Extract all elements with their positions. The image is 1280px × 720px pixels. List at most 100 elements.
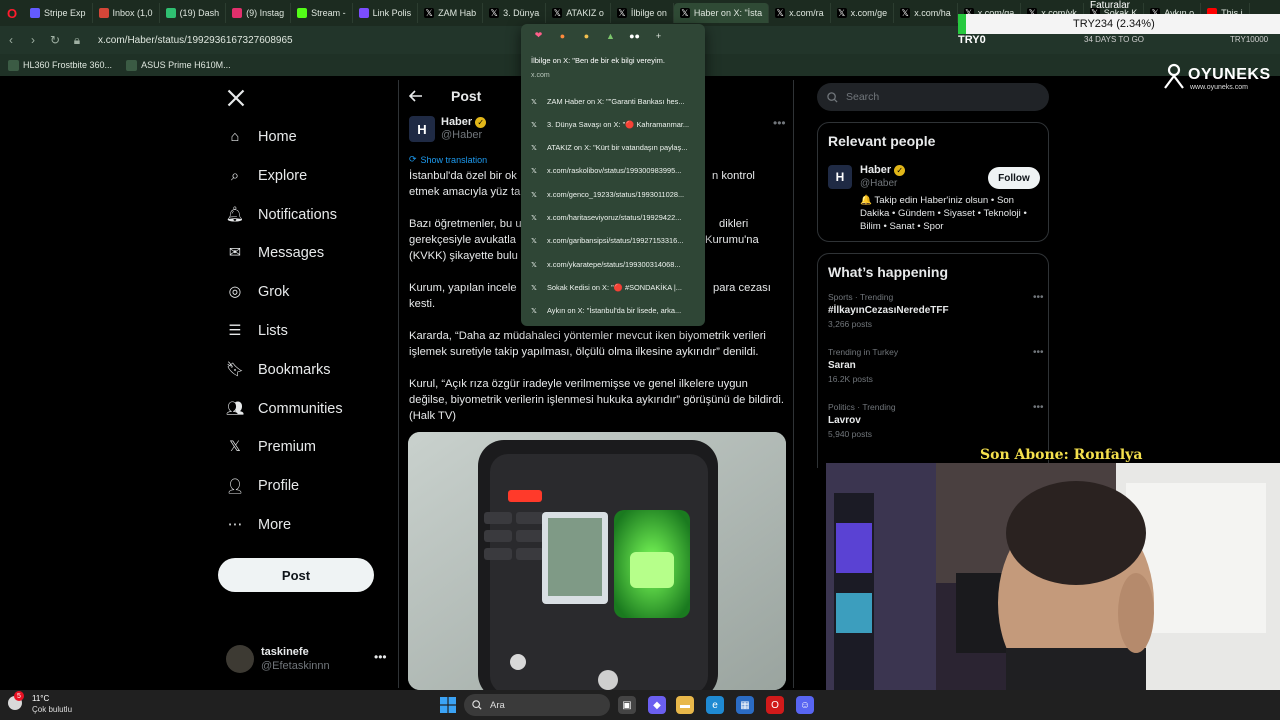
sidebar-item-profile[interactable]: 👤︎ Profile [226,475,299,497]
store-icon[interactable]: ▦ [736,696,754,714]
author-handle: @Haber [441,129,483,141]
goal-progress-text: TRY234 (2.34%) [1073,18,1155,30]
browser-tab[interactable]: 𝕏 İlbilge on [611,3,674,23]
more-horizontal-icon[interactable]: ••• [1033,292,1044,303]
trend-meta: Trending in Turkey [828,347,899,357]
tab-menu-item[interactable]: 𝕏x.com/ykaratepe/status/199300314068... [529,255,699,273]
kick-icon [297,8,308,18]
task-view-icon[interactable]: ▣ [618,696,636,714]
tab-label: Haber on X: "İsta [693,8,763,18]
sidebar-item-bookmarks[interactable]: 🔖︎ Bookmarks [226,359,331,381]
plus-icon[interactable]: + [653,30,664,41]
browser-tab[interactable]: 𝕏 3. Dünya [483,3,547,23]
browser-tab[interactable]: 𝕏 ZAM Hab [418,3,484,23]
show-translation-link[interactable]: ⟳ Show translation [409,154,487,165]
tab-menu-item[interactable]: 𝕏x.com/genco_19233/status/1993011028... [529,185,699,203]
browser-tab[interactable]: Stream - [291,3,353,23]
person-name[interactable]: Haber ✓ [860,164,906,176]
palm-icon[interactable]: ▲ [605,30,616,41]
browser-tab[interactable]: 𝕏x.com/ha [894,3,958,23]
browser-tab[interactable]: 𝕏x.com/ge [831,3,895,23]
trend-posts: 5,940 posts [828,429,872,439]
url-field[interactable]: x.com/Haber/status/1992936167327608965 [98,35,293,46]
tab-menu-item[interactable]: 𝕏x.com/haritaseviyoruz/status/19929422..… [529,209,699,227]
list-icon: ☰ [228,323,242,339]
more-horizontal-icon[interactable]: ••• [773,116,786,130]
person-avatar[interactable]: H [828,165,852,189]
webcam-feed [826,463,1280,690]
back-arrow-icon[interactable]: ‹ [0,33,22,47]
sponsor-url: www.oyuneks.com [1190,84,1248,91]
sponsor-logo: OYUNEKS www.oyuneks.com [1162,60,1272,94]
opera-logo-icon[interactable]: O [0,0,24,26]
author-avatar[interactable]: H [409,116,435,142]
trend-item[interactable]: Sports · Trending #İlkayınCezasıNeredeTFF… [828,292,1044,329]
browser-tab[interactable]: 𝕏 Haber on X: "İsta [673,3,770,23]
person-handle: @Haber [860,178,898,189]
follow-button[interactable]: Follow [988,167,1040,189]
browser-tab[interactable]: (9) Instag [226,3,292,23]
x-icon: 𝕏 [531,259,537,269]
discord-icon[interactable]: ☺ [796,696,814,714]
tab-menu-item[interactable]: 𝕏 Aykın on X: "İstanbul'da bir lisede, ar… [529,302,699,320]
sidebar-item-grok[interactable]: ◎ Grok [226,281,290,303]
fire-icon[interactable]: ● [557,30,568,41]
sidebar-item-more[interactable]: ⋯ More [226,514,291,536]
tab-menu-label: x.com/garibansipsi/status/19927153316... [547,236,684,246]
x-icon: 𝕏 [531,166,537,176]
sidebar-item-explore[interactable]: ⌕ Explore [226,165,307,187]
browser-tab[interactable]: 𝕏 ATAKIZ o [546,3,611,23]
account-switcher[interactable]: taskinefe @Efetaskinnn ••• [226,642,396,678]
bookmark-icon: 🔖︎ [225,362,245,379]
copilot-icon[interactable]: ◆ [648,696,666,714]
windows-start-icon[interactable] [440,697,456,713]
mail-icon: ✉ [228,245,242,262]
browser-tab[interactable]: Inbox (1,0 [93,3,160,23]
x-logo-icon[interactable] [226,88,246,108]
more-horizontal-icon[interactable]: ••• [1033,402,1044,413]
tab-menu-item[interactable]: 𝕏 ATAKIZ on X: "Kürt bir vatandaşın payla… [529,139,699,157]
tab-label: Inbox (1,0 [112,8,153,18]
tab-menu-item[interactable]: 𝕏x.com/raskolibov/status/199300983995... [529,162,699,180]
browser-tab[interactable]: 𝕏x.com/ra [769,3,831,23]
reload-icon[interactable]: ↻ [44,33,66,47]
search-input[interactable]: Search [817,83,1049,111]
sidebar-item-messages[interactable]: ✉ Messages [226,242,324,264]
bookmark-item[interactable]: HL360 Frostbite 360... [8,59,112,71]
edge-icon[interactable]: e [706,696,724,714]
heart-icon[interactable]: ❤ [533,30,544,41]
more-horizontal-icon[interactable]: ••• [374,650,387,664]
eyes-icon[interactable]: ●● [629,30,640,41]
forward-arrow-icon[interactable]: › [22,33,44,47]
sidebar-item-lists[interactable]: ☰ Lists [226,320,288,342]
preview-url: x.com [531,72,550,79]
tab-menu-label: ZAM Haber on X: ""Garanti Bankası hes... [547,96,685,106]
author-name[interactable]: Haber ✓ [441,116,487,128]
more-horizontal-icon[interactable]: ••• [1033,347,1044,358]
back-arrow-icon[interactable] [409,89,423,103]
file-explorer-icon[interactable]: ▬ [676,696,694,714]
browser-tab[interactable]: Stripe Exp [24,3,93,23]
trend-item[interactable]: Trending in Turkey Saran 16.2K posts ••• [828,347,1044,384]
sidebar-item-home[interactable]: ⌂ Home [226,126,297,148]
bookmark-item[interactable]: ASUS Prime H610M... [126,59,231,71]
laugh-icon[interactable]: ● [581,30,592,41]
taskbar-search-input[interactable]: Ara [464,694,610,716]
sidebar-item-notifications[interactable]: 🔔︎ Notifications [226,204,337,226]
trend-name: Lavrov [828,415,861,426]
tab-label: x.com/ha [914,8,951,18]
sponsor-name: OYUNEKS [1188,66,1271,83]
sidebar-item-communities[interactable]: 👥︎ Communities [226,398,343,420]
opera-icon[interactable]: O [766,696,784,714]
sidebar-item-premium[interactable]: 𝕏 Premium [226,436,316,458]
tab-menu-item[interactable]: 𝕏 ZAM Haber on X: ""Garanti Bankası hes..… [529,92,699,110]
browser-tab[interactable]: (19) Dash [160,3,227,23]
browser-tab[interactable]: Link Polis [353,3,419,23]
post-button[interactable]: Post [218,558,374,592]
tab-menu-item[interactable]: 𝕏x.com/garibansipsi/status/19927153316..… [529,232,699,250]
lock-icon[interactable]: 🔒︎ [66,33,88,48]
tab-menu-item[interactable]: 𝕏 3. Dünya Savaşı on X: "🔴 Kahramanmar... [529,115,699,133]
trend-item[interactable]: Politics · Trending Lavrov 5,940 posts ••• [828,402,1044,439]
tab-menu-item[interactable]: 𝕏 Sokak Kedisi on X: "🔴 #SONDAKİKA |... [529,278,699,296]
post-media-image[interactable] [408,432,786,690]
